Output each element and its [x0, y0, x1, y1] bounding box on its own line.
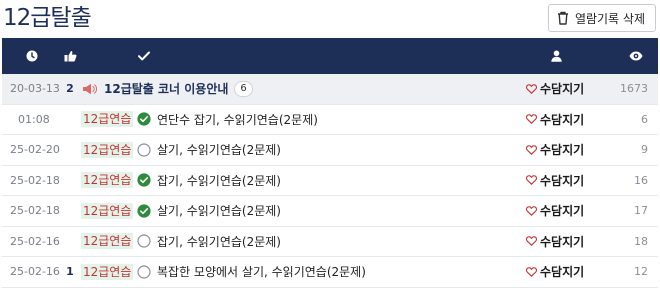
recommend-count [65, 105, 75, 135]
author[interactable]: 수담지기 [526, 135, 584, 165]
notice-title[interactable]: 12급탈출 코너 이용안내 6 [104, 74, 253, 104]
heart-icon [526, 175, 537, 186]
recommend-count [65, 227, 75, 257]
post-list: 20-03-13 2 12급탈출 코너 이용안내 6 수담지기 1673 01:… [2, 74, 658, 288]
heart-icon [526, 205, 537, 216]
author[interactable]: 수담지기 [526, 74, 584, 104]
author[interactable]: 수담지기 [526, 227, 584, 257]
author[interactable]: 수담지기 [526, 196, 584, 226]
unsolved-circle-icon [137, 135, 151, 165]
post-title[interactable]: 살기, 수읽기연습(2문제) [157, 135, 281, 165]
post-title[interactable]: 잡기, 수읽기연습(2문제) [157, 227, 281, 257]
thumbs-up-icon[interactable] [62, 38, 78, 74]
view-count: 17 [634, 204, 648, 218]
clock-icon[interactable] [24, 38, 40, 74]
category-tag-label[interactable]: 12급연습 [81, 233, 134, 250]
comment-count-badge: 6 [234, 80, 253, 97]
post-date: 01:08 [18, 112, 50, 126]
table-row[interactable]: 25-02-18 12급연습 살기, 수읽기연습(2문제) 수담지기 17 [2, 196, 658, 227]
view-count: 1673 [620, 82, 648, 96]
heart-icon [526, 144, 537, 155]
recommend-count [65, 135, 75, 165]
author-name[interactable]: 수담지기 [540, 202, 584, 219]
table-row[interactable]: 01:08 12급연습 연단수 잡기, 수읽기연습(2문제) 수담지기 6 [2, 105, 658, 135]
author-name[interactable]: 수담지기 [540, 172, 584, 189]
author[interactable]: 수담지기 [526, 166, 584, 196]
clear-history-button[interactable]: 열람기록 삭제 [547, 4, 656, 32]
author-name[interactable]: 수담지기 [540, 111, 584, 128]
category-tag-label[interactable]: 12급연습 [81, 263, 134, 280]
category-tag[interactable]: 12급연습 [81, 135, 134, 165]
solved-check-icon [137, 166, 151, 196]
post-date: 25-02-16 [10, 265, 60, 279]
post-date: 20-03-13 [10, 82, 60, 96]
post-date: 25-02-18 [10, 204, 60, 218]
check-icon[interactable] [136, 38, 152, 74]
category-tag-label[interactable]: 12급연습 [81, 111, 134, 128]
top-bar: 12급탈출 열람기록 삭제 [0, 0, 660, 38]
notice-row[interactable]: 20-03-13 2 12급탈출 코너 이용안내 6 수담지기 1673 [2, 74, 658, 105]
recommend-count: 2 [66, 82, 74, 96]
eye-icon[interactable] [628, 38, 644, 74]
post-title[interactable]: 복잡한 모양에서 살기, 수읽기연습(2문제) [157, 257, 366, 287]
recommend-count: 1 [66, 265, 74, 279]
table-header [2, 38, 658, 74]
megaphone-icon [82, 74, 97, 104]
page-title: 12급탈출 [3, 5, 92, 31]
category-tag[interactable]: 12급연습 [81, 196, 134, 226]
recommend-count [65, 196, 75, 226]
heart-icon [526, 114, 537, 125]
author[interactable]: 수담지기 [526, 257, 584, 287]
author-name[interactable]: 수담지기 [540, 141, 584, 158]
notice-title-text[interactable]: 12급탈출 코너 이용안내 [104, 80, 228, 97]
post-date: 25-02-18 [10, 173, 60, 187]
category-tag[interactable]: 12급연습 [81, 257, 134, 287]
view-count: 6 [641, 112, 648, 126]
post-title[interactable]: 잡기, 수읽기연습(2문제) [157, 166, 281, 196]
category-tag-label[interactable]: 12급연습 [81, 202, 134, 219]
table-row[interactable]: 25-02-20 12급연습 살기, 수읽기연습(2문제) 수담지기 9 [2, 135, 658, 166]
category-tag[interactable]: 12급연습 [81, 227, 134, 257]
author-name[interactable]: 수담지기 [540, 233, 584, 250]
unsolved-circle-icon [137, 227, 151, 257]
heart-icon [526, 83, 537, 94]
table-row[interactable]: 25-02-16 12급연습 잡기, 수읽기연습(2문제) 수담지기 18 [2, 227, 658, 257]
category-tag-label[interactable]: 12급연습 [81, 141, 134, 158]
post-date: 25-02-16 [10, 234, 60, 248]
table-row[interactable]: 25-02-18 12급연습 잡기, 수읽기연습(2문제) 수담지기 16 [2, 166, 658, 196]
unsolved-circle-icon [137, 257, 151, 287]
heart-icon [526, 236, 537, 247]
view-count: 16 [634, 173, 648, 187]
view-count: 18 [634, 234, 648, 248]
category-tag-label[interactable]: 12급연습 [81, 172, 134, 189]
trash-icon [557, 11, 568, 25]
table-row[interactable]: 25-02-16 1 12급연습 복잡한 모양에서 살기, 수읽기연습(2문제) 수담지… [2, 257, 658, 288]
clear-history-label: 열람기록 삭제 [574, 11, 645, 26]
author-name[interactable]: 수담지기 [540, 80, 584, 97]
solved-check-icon [137, 196, 151, 226]
post-title[interactable]: 살기, 수읽기연습(2문제) [157, 196, 281, 226]
category-tag[interactable]: 12급연습 [81, 105, 134, 135]
view-count: 9 [641, 143, 648, 157]
post-date: 25-02-20 [10, 143, 60, 157]
view-count: 12 [634, 265, 648, 279]
category-tag[interactable]: 12급연습 [81, 166, 134, 196]
user-icon[interactable] [548, 38, 564, 74]
recommend-count [65, 166, 75, 196]
post-title[interactable]: 연단수 잡기, 수읽기연습(2문제) [157, 105, 318, 135]
solved-check-icon [137, 105, 151, 135]
heart-icon [526, 266, 537, 277]
author-name[interactable]: 수담지기 [540, 263, 584, 280]
author[interactable]: 수담지기 [526, 105, 584, 135]
